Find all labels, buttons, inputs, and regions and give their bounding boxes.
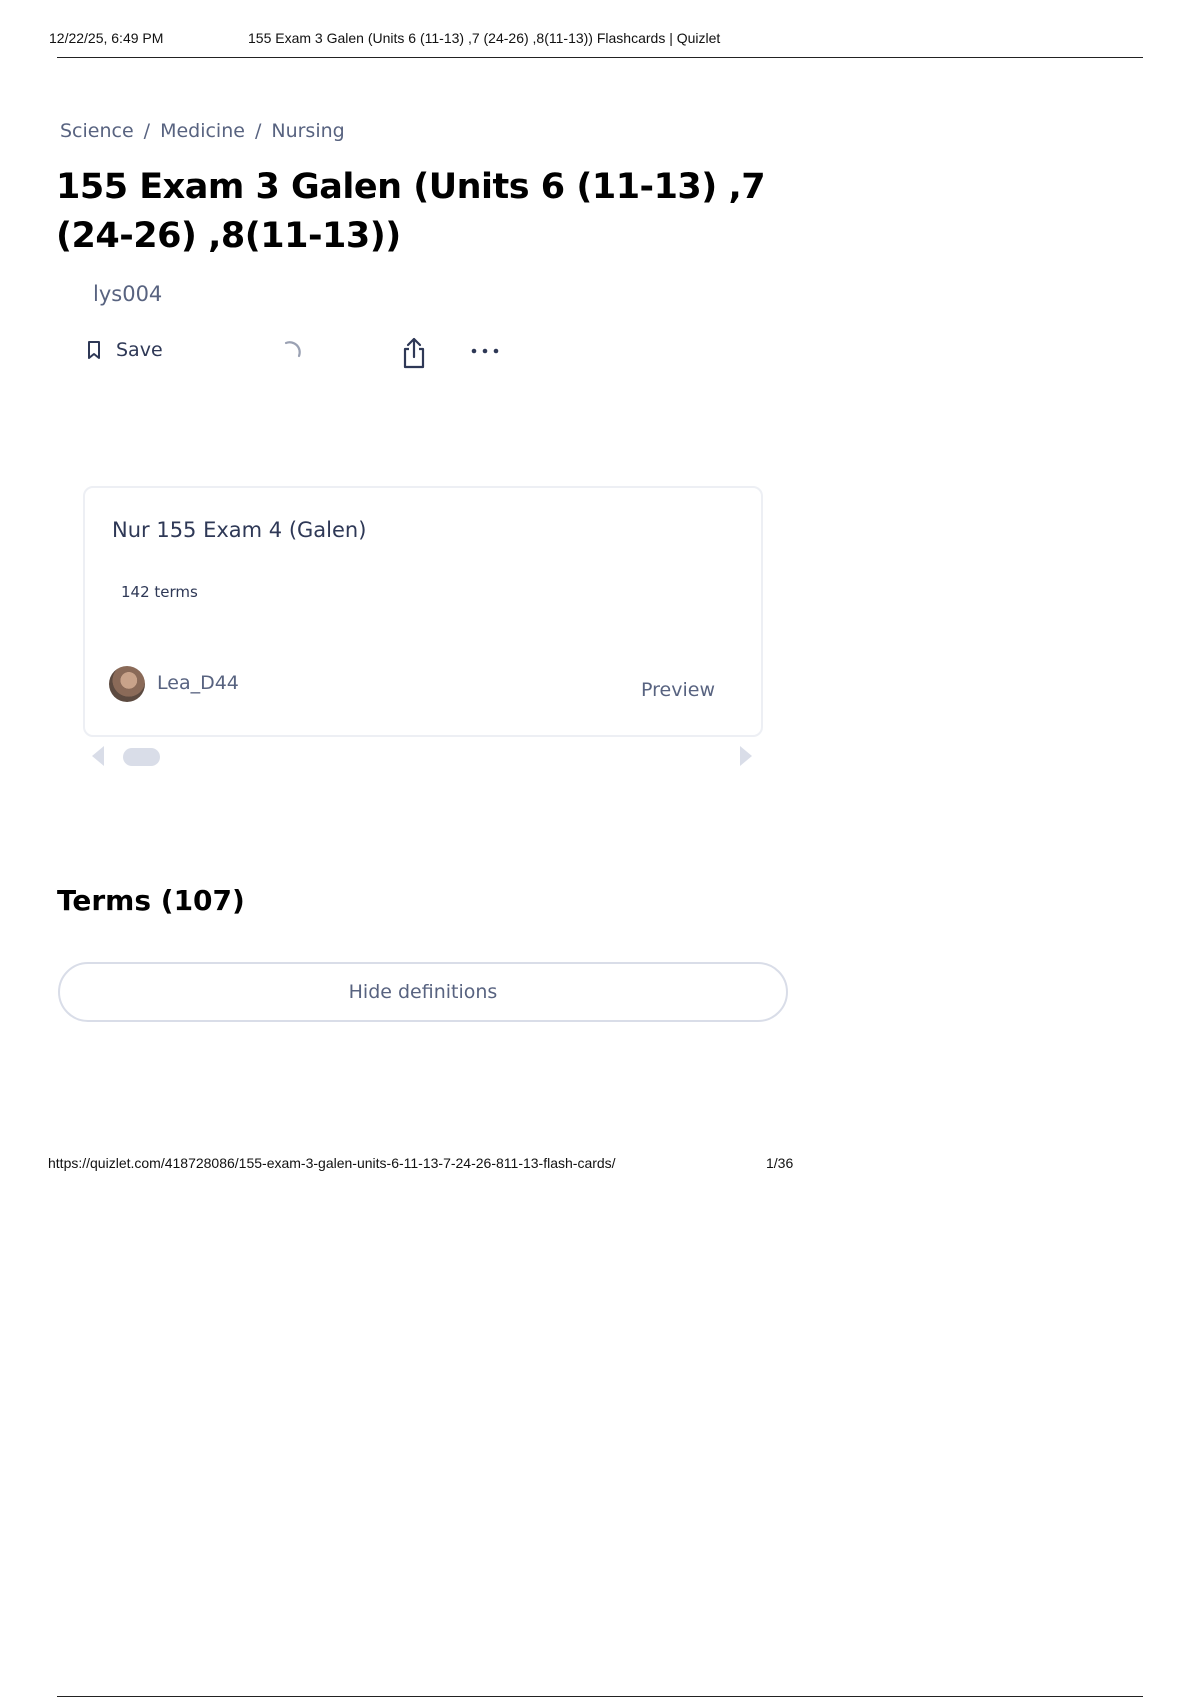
scroll-left-icon[interactable] (90, 744, 106, 768)
related-set-username[interactable]: Lea_D44 (157, 672, 239, 694)
save-label: Save (116, 339, 163, 361)
set-author-link[interactable]: lys004 (93, 282, 162, 306)
breadcrumb-item-medicine[interactable]: Medicine (160, 120, 245, 142)
print-date: 12/22/25, 6:49 PM (49, 30, 164, 46)
breadcrumb-separator: / (254, 120, 262, 142)
terms-heading: Terms (107) (57, 884, 245, 917)
avatar (109, 666, 145, 702)
bookmark-icon (88, 341, 100, 359)
breadcrumb: Science / Medicine / Nursing (60, 120, 345, 142)
save-button[interactable]: Save (86, 339, 163, 361)
hide-definitions-button[interactable]: Hide definitions (58, 962, 788, 1022)
page-title: 155 Exam 3 Galen (Units 6 (11-13) ,7 (24… (56, 167, 766, 256)
more-options-button[interactable] (469, 341, 501, 366)
page-number: 1/36 (766, 1155, 794, 1171)
bottom-divider (57, 1696, 1143, 1697)
related-set-card[interactable]: Nur 155 Exam 4 (Galen) 142 terms Lea_D44… (83, 486, 763, 737)
related-set-term-count: 142 terms (121, 583, 198, 601)
preview-button[interactable]: Preview (641, 679, 715, 701)
breadcrumb-separator: / (143, 120, 151, 142)
breadcrumb-item-science[interactable]: Science (60, 120, 134, 142)
carousel-scrollbar-thumb[interactable] (123, 748, 160, 766)
print-document-title: 155 Exam 3 Galen (Units 6 (11-13) ,7 (24… (248, 30, 721, 46)
more-options-icon (471, 348, 499, 354)
related-set-title: Nur 155 Exam 4 (Galen) (112, 518, 367, 542)
header-divider (57, 57, 1143, 58)
share-button[interactable] (399, 335, 429, 376)
breadcrumb-item-nursing[interactable]: Nursing (271, 120, 344, 142)
loading-spinner-icon (284, 341, 301, 358)
scroll-right-icon[interactable] (738, 744, 754, 768)
print-url: https://quizlet.com/418728086/155-exam-3… (48, 1155, 616, 1171)
share-icon (403, 337, 425, 369)
set-toolbar: Save (86, 337, 526, 373)
